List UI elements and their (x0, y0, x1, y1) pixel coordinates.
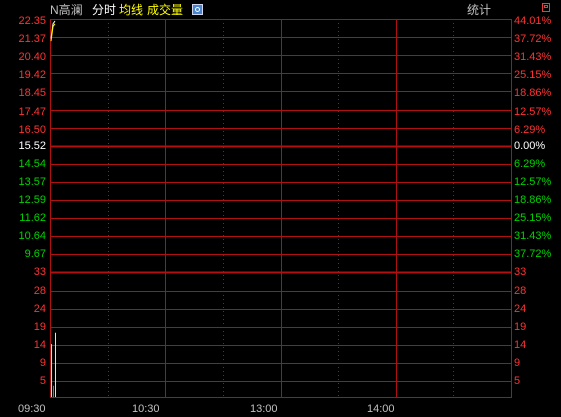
price-label: 22.35 (18, 15, 46, 27)
pct-label: 44.01% (514, 15, 552, 27)
volume-label: 24 (33, 303, 46, 315)
time-label-1400: 14:00 (367, 403, 395, 415)
pct-label: 37.72% (514, 248, 552, 260)
volume-label: 14 (33, 339, 46, 351)
volume-label: 19 (33, 321, 46, 333)
volume-label: 14 (514, 339, 527, 351)
pct-label: 18.86% (514, 87, 552, 99)
pct-label: 31.43% (514, 51, 552, 63)
price-label: 16.50 (18, 124, 46, 136)
pct-label: 25.15% (514, 69, 552, 81)
pct-label: 25.15% (514, 212, 552, 224)
pct-label: 12.57% (514, 106, 552, 118)
price-label: 19.42 (18, 69, 46, 81)
volume-label: 33 (33, 266, 46, 278)
price-label: 21.37 (18, 33, 46, 45)
time-label-1300: 13:00 (250, 403, 278, 415)
pct-label: 37.72% (514, 33, 552, 45)
price-label: 12.59 (18, 194, 46, 206)
volume-label: 5 (514, 375, 521, 387)
volume-label: 33 (514, 266, 527, 278)
volume-label: 9 (39, 357, 46, 369)
pct-label: 18.86% (514, 194, 552, 206)
price-label: 17.47 (18, 106, 46, 118)
price-label: 18.45 (18, 87, 46, 99)
pct-label: 31.43% (514, 230, 552, 242)
volume-label: 5 (39, 375, 46, 387)
price-label: 11.62 (19, 212, 46, 224)
volume-label: 28 (33, 285, 46, 297)
price-label: 9.67 (24, 248, 46, 260)
price-label: 14.54 (18, 158, 46, 170)
volume-label: 19 (514, 321, 527, 333)
volume-label: 9 (514, 357, 521, 369)
price-label: 13.57 (18, 176, 46, 188)
base-pct-label: 0.00% (514, 140, 546, 152)
pct-label: 6.29% (514, 124, 546, 136)
pct-label: 12.57% (514, 176, 552, 188)
volume-label: 28 (514, 285, 527, 297)
price-label: 10.64 (18, 230, 46, 242)
pct-label: 6.29% (514, 158, 546, 170)
time-label-0930: 09:30 (18, 403, 46, 415)
base-price-label: 15.52 (18, 140, 46, 152)
intraday-chart (50, 19, 512, 398)
price-label: 20.40 (18, 51, 46, 63)
time-label-1030: 10:30 (132, 403, 160, 415)
volume-label: 24 (514, 303, 527, 315)
